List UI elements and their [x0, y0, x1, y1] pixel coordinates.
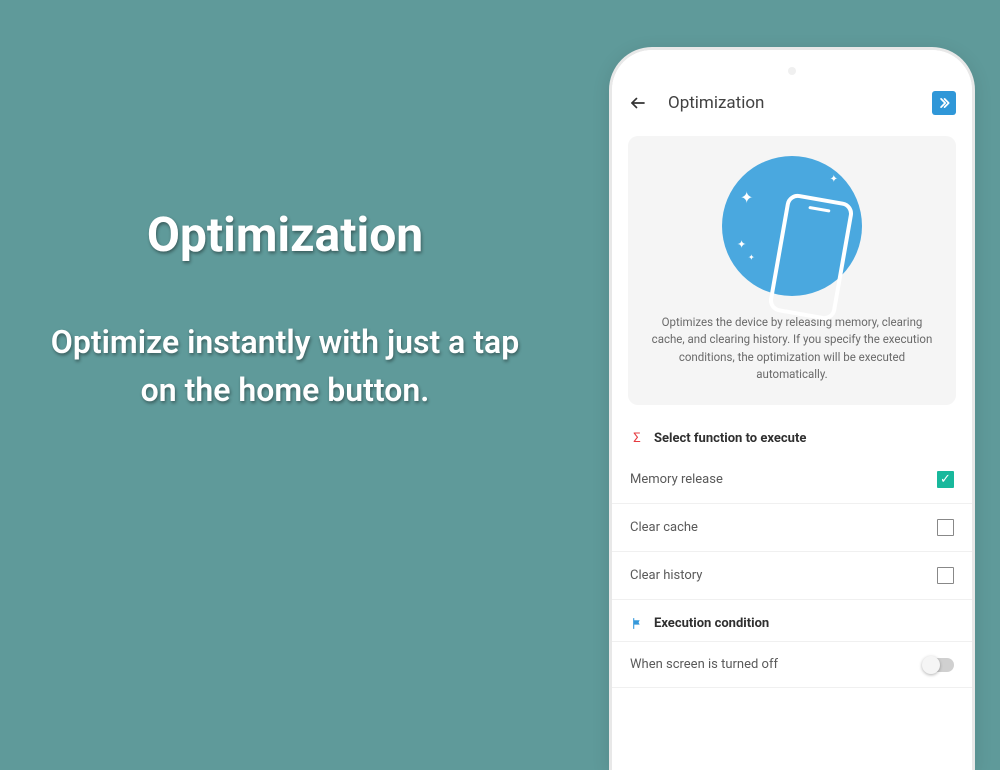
- forward-button[interactable]: [932, 91, 956, 115]
- optimization-illustration: ✦ ✦ ✦ ✦: [722, 156, 862, 296]
- execution-label: When screen is turned off: [630, 657, 778, 672]
- app-bar-title: Optimization: [668, 93, 764, 113]
- toggle-off[interactable]: [924, 658, 954, 672]
- phone-icon: [767, 192, 855, 322]
- promo-subtitle: Optimize instantly with just a tap on th…: [30, 318, 540, 414]
- function-label: Clear history: [630, 568, 702, 583]
- section-header-execution: Execution condition: [612, 600, 972, 641]
- sigma-icon: Σ: [630, 431, 644, 446]
- checkbox-unchecked[interactable]: [937, 519, 954, 536]
- checkmark-icon: ✓: [940, 473, 951, 486]
- phone-frame: Optimization ✦ ✦ ✦ ✦ Optimizes the devic…: [612, 50, 972, 770]
- flag-icon: [630, 617, 644, 630]
- sparkle-icon: ✦: [830, 174, 838, 185]
- camera-dot: [788, 67, 796, 75]
- sparkle-icon: ✦: [740, 188, 753, 207]
- function-item-clear-cache[interactable]: Clear cache: [612, 504, 972, 552]
- function-item-memory-release[interactable]: Memory release ✓: [612, 456, 972, 504]
- function-label: Memory release: [630, 472, 723, 487]
- app-bar: Optimization: [612, 78, 972, 128]
- section-title-functions: Select function to execute: [654, 431, 806, 446]
- promo-area: Optimization Optimize instantly with jus…: [0, 0, 570, 620]
- checkbox-unchecked[interactable]: [937, 567, 954, 584]
- status-bar: [612, 50, 972, 78]
- function-item-clear-history[interactable]: Clear history: [612, 552, 972, 600]
- sparkle-icon: ✦: [737, 238, 746, 251]
- info-description: Optimizes the device by releasing memory…: [646, 314, 938, 383]
- sparkle-icon: ✦: [748, 253, 755, 262]
- section-title-execution: Execution condition: [654, 616, 769, 631]
- info-card: ✦ ✦ ✦ ✦ Optimizes the device by releasin…: [628, 136, 956, 405]
- promo-title: Optimization: [147, 206, 423, 263]
- back-arrow-icon[interactable]: [628, 93, 648, 113]
- execution-item-screen-off[interactable]: When screen is turned off: [612, 641, 972, 688]
- checkbox-checked[interactable]: ✓: [937, 471, 954, 488]
- section-header-functions: Σ Select function to execute: [612, 421, 972, 456]
- function-label: Clear cache: [630, 520, 698, 535]
